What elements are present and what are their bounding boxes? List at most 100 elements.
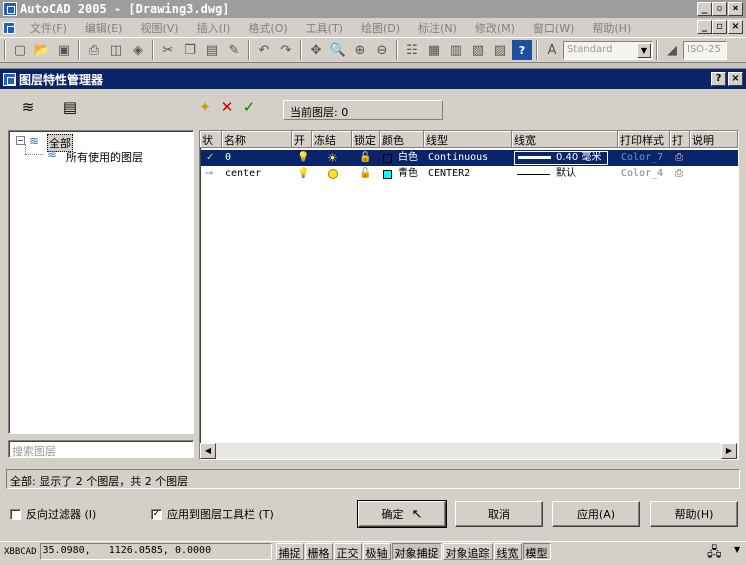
coordinates[interactable]: 35.0980, 1126.0585, 0.0000 <box>39 543 272 560</box>
layer-name[interactable]: 0 <box>225 150 231 166</box>
search-input[interactable]: 搜索图层 <box>8 440 194 458</box>
col-plot-style[interactable]: 打印样式 <box>618 131 670 148</box>
layer-color[interactable]: 白色 <box>398 150 418 166</box>
col-linetype[interactable]: 线型 <box>424 131 512 148</box>
col-name[interactable]: 名称 <box>222 131 292 148</box>
apply-toolbar-checkbox[interactable]: ✓ 应用到图层工具栏 (T) <box>151 506 274 522</box>
sun-icon[interactable] <box>328 169 338 179</box>
col-on[interactable]: 开 <box>292 131 312 148</box>
color-swatch[interactable] <box>383 154 392 163</box>
menu-edit[interactable]: 编辑(E) <box>76 20 132 36</box>
invert-filter-checkbox[interactable]: 反向过滤器 (I) <box>10 506 96 522</box>
grid-toggle[interactable]: 栅格 <box>304 543 333 560</box>
unlock-icon[interactable]: 🔓 <box>359 150 371 166</box>
pan-icon[interactable]: ✥ <box>306 40 326 60</box>
layer-lineweight[interactable]: 默认 <box>556 166 576 182</box>
checkbox-box[interactable] <box>10 508 21 520</box>
scroll-left-icon[interactable]: ◀ <box>200 443 216 459</box>
text-style-icon[interactable]: A <box>542 40 562 60</box>
doc-restore-button[interactable]: ▫ <box>712 20 727 34</box>
checkbox-box[interactable]: ✓ <box>151 508 162 520</box>
col-description[interactable]: 说明 <box>690 131 738 148</box>
tool-palettes-icon[interactable]: ▥ <box>446 40 466 60</box>
unlock-icon[interactable]: 🔓 <box>359 166 371 182</box>
ok-button[interactable]: 确定 ↖ <box>357 500 447 528</box>
menu-insert[interactable]: 插入(I) <box>188 20 240 36</box>
model-toggle[interactable]: 模型 <box>522 543 551 560</box>
printer-icon[interactable]: ⎙ <box>675 166 683 182</box>
markup-icon[interactable]: ▨ <box>490 40 510 60</box>
layer-linetype[interactable]: CENTER2 <box>428 166 470 182</box>
layer-list[interactable]: 状 名称 开 冻结 锁定 颜色 线型 线宽 打印样式 打 说明 ✓ 0 💡 ☀ … <box>199 130 739 460</box>
chevron-down-icon[interactable]: ▼ <box>637 42 651 58</box>
new-property-filter-button[interactable]: ≋ <box>8 96 48 118</box>
cancel-button[interactable]: 取消 <box>455 501 543 527</box>
text-style-select[interactable]: Standard ▼ <box>563 40 653 60</box>
zoom-window-icon[interactable]: ⊕ <box>350 40 370 60</box>
dialog-close-button[interactable]: × <box>728 72 743 86</box>
collapse-icon[interactable]: − <box>16 136 25 145</box>
filter-tree[interactable]: − ≋ 全部 ≋ 所有使用的图层 <box>8 130 194 434</box>
snap-toggle[interactable]: 捕捉 <box>275 543 304 560</box>
menu-view[interactable]: 视图(V) <box>131 20 187 36</box>
paste-icon[interactable]: ▤ <box>202 40 222 60</box>
col-freeze[interactable]: 冻结 <box>312 131 352 148</box>
col-lock[interactable]: 锁定 <box>352 131 380 148</box>
menu-dimension[interactable]: 标注(N) <box>409 20 466 36</box>
sun-icon[interactable]: ☀ <box>327 150 338 166</box>
menu-file[interactable]: 文件(F) <box>21 20 76 36</box>
new-icon[interactable]: ▢ <box>10 40 30 60</box>
horizontal-scrollbar[interactable]: ◀ ▶ <box>200 443 738 459</box>
col-status[interactable]: 状 <box>200 131 222 148</box>
lineweight-toggle[interactable]: 线宽 <box>493 543 522 560</box>
dim-style-select[interactable]: ISO-25 <box>683 40 727 60</box>
ortho-toggle[interactable]: 正交 <box>333 543 362 560</box>
menu-draw[interactable]: 绘图(D) <box>352 20 409 36</box>
minimize-button[interactable]: _ <box>697 2 712 16</box>
polar-toggle[interactable]: 极轴 <box>362 543 391 560</box>
printer-icon[interactable]: ⎙ <box>675 150 683 166</box>
copy-icon[interactable]: ❐ <box>180 40 200 60</box>
menu-modify[interactable]: 修改(M) <box>466 20 524 36</box>
tray-icon[interactable]: 🖧 <box>707 543 722 565</box>
print-icon[interactable]: ⎙ <box>84 40 104 60</box>
col-plot[interactable]: 打 <box>670 131 690 148</box>
menu-help[interactable]: 帮助(H) <box>583 20 640 36</box>
save-icon[interactable]: ▣ <box>54 40 74 60</box>
layer-color[interactable]: 青色 <box>398 166 418 182</box>
menu-window[interactable]: 窗口(W) <box>524 20 583 36</box>
doc-close-button[interactable]: × <box>728 20 743 34</box>
sheet-set-icon[interactable]: ▧ <box>468 40 488 60</box>
layer-linetype[interactable]: Continuous <box>428 150 488 166</box>
help-icon[interactable]: ? <box>512 40 532 60</box>
bulb-on-icon[interactable]: 💡 <box>297 166 309 182</box>
undo-icon[interactable]: ↶ <box>254 40 274 60</box>
open-icon[interactable]: 📂 <box>32 40 52 60</box>
col-lineweight[interactable]: 线宽 <box>512 131 618 148</box>
match-properties-icon[interactable]: ✎ <box>224 40 244 60</box>
help-button[interactable]: 帮助(H) <box>650 501 738 527</box>
cut-icon[interactable]: ✂ <box>158 40 178 60</box>
properties-icon[interactable]: ☷ <box>402 40 422 60</box>
apply-button[interactable]: 应用(A) <box>552 501 640 527</box>
new-layer-button[interactable]: ✦ <box>193 96 217 118</box>
publish-icon[interactable]: ◈ <box>128 40 148 60</box>
otrack-toggle[interactable]: 对象追踪 <box>442 543 493 560</box>
zoom-realtime-icon[interactable]: 🔍 <box>328 40 348 60</box>
scroll-right-icon[interactable]: ▶ <box>721 443 737 459</box>
menu-tools[interactable]: 工具(T) <box>297 20 352 36</box>
layer-name[interactable]: center <box>225 166 261 182</box>
color-swatch[interactable] <box>383 170 392 179</box>
dim-style-icon[interactable]: ◢ <box>662 40 682 60</box>
doc-minimize-button[interactable]: _ <box>697 20 712 34</box>
new-group-filter-button[interactable]: ▤ <box>58 96 82 118</box>
table-row[interactable]: ⇝ center 💡 🔓 青色 CENTER2 默认 Color_4 ⎙ <box>201 166 738 182</box>
dialog-help-button[interactable]: ? <box>711 72 726 86</box>
design-center-icon[interactable]: ▦ <box>424 40 444 60</box>
preview-icon[interactable]: ◫ <box>106 40 126 60</box>
bulb-on-icon[interactable]: 💡 <box>297 150 309 166</box>
zoom-previous-icon[interactable]: ⊖ <box>372 40 392 60</box>
delete-layer-button[interactable]: ✕ <box>215 96 239 118</box>
table-row[interactable]: ✓ 0 💡 ☀ 🔓 白色 Continuous 0.40 毫米 Color_7 … <box>201 150 738 166</box>
menu-format[interactable]: 格式(O) <box>239 20 296 36</box>
